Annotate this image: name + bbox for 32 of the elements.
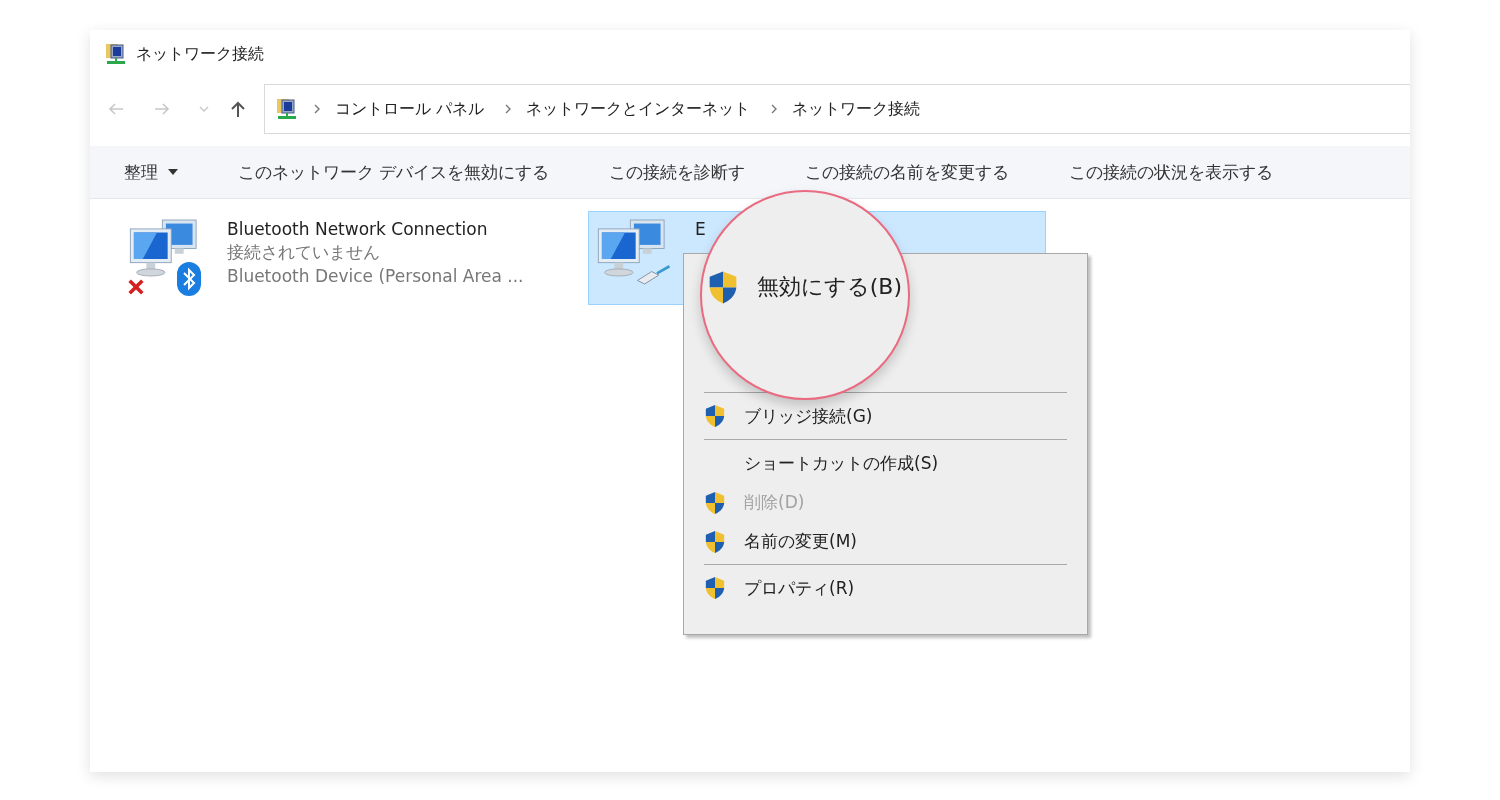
toolbar-command[interactable]: この接続を診断す bbox=[609, 156, 746, 188]
network-folder-icon bbox=[104, 42, 128, 66]
menu-item[interactable]: ブリッジ接続(G) bbox=[704, 396, 1067, 436]
breadcrumb[interactable]: コントロール パネル bbox=[335, 98, 485, 120]
network-folder-icon bbox=[275, 97, 299, 121]
menu-item-label: プロパティ(R) bbox=[744, 576, 855, 600]
toolbar-command[interactable]: この接続の名前を変更する bbox=[805, 156, 1010, 188]
menu-item[interactable]: 名前の変更(M) bbox=[704, 522, 1067, 561]
menu-item-label: ショートカットの作成(S) bbox=[744, 451, 939, 475]
chevron-icon bbox=[313, 104, 321, 114]
breadcrumb[interactable]: ネットワークとインターネット bbox=[526, 98, 751, 120]
menu-item-label: 無効にする(B) bbox=[756, 273, 902, 301]
connection-item[interactable]: Bluetooth Network Connection 接続されていません Bluetooth Device (Personal Area ... bbox=[120, 211, 578, 305]
menu-item-label: 削除(D) bbox=[744, 491, 805, 514]
toolbar-command[interactable]: この接続の状況を表示する bbox=[1069, 156, 1274, 188]
connection-name: Bluetooth Network Connection bbox=[227, 218, 489, 240]
connection-name: E bbox=[695, 218, 706, 240]
menu-item-label: ブリッジ接続(G) bbox=[744, 404, 873, 428]
menu-item[interactable]: プロパティ(R) bbox=[704, 568, 1067, 608]
bluetooth-icon bbox=[177, 262, 201, 296]
address-bar[interactable]: コントロール パネル ネットワークとインターネット ネットワーク接続 bbox=[264, 84, 1410, 134]
window-title: ネットワーク接続 bbox=[136, 43, 264, 65]
menu-item-label: 名前の変更(M) bbox=[744, 530, 857, 553]
device-name: Bluetooth Device (Personal Area ... bbox=[227, 265, 524, 288]
breadcrumb[interactable]: ネットワーク接続 bbox=[792, 98, 921, 120]
menu-item[interactable]: ショートカットの作成(S) bbox=[704, 443, 1067, 483]
caret-icon bbox=[168, 169, 178, 175]
chevron-icon bbox=[504, 104, 513, 114]
connection-status: 接続されていません bbox=[227, 241, 381, 264]
organize-button[interactable]: 整理 bbox=[124, 156, 178, 188]
toolbar-command[interactable]: このネットワーク デバイスを無効にする bbox=[238, 156, 550, 188]
chevron-icon bbox=[770, 104, 779, 114]
